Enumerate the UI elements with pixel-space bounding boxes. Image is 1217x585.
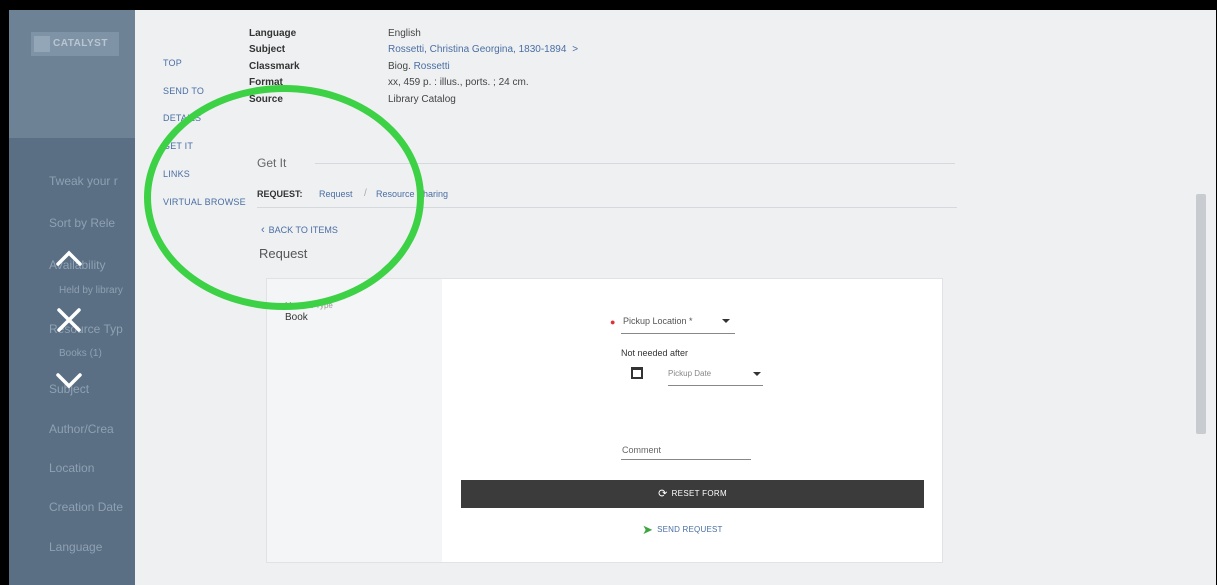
not-needed-after-label: Not needed after [621,348,689,358]
source-label: Source [249,94,283,105]
classmark-prefix: Biog. [388,61,411,72]
filter-location: Location [49,461,95,475]
back-to-items-link[interactable]: ‹ BACK TO ITEMS [261,224,338,236]
logo-text: CATALYST [53,38,108,49]
section-link-top[interactable]: TOP [163,58,182,68]
filter-books: Books (1) [59,348,102,359]
request-title: Request [259,246,308,261]
source-value: Library Catalog [388,94,456,105]
request-separator: / [364,188,367,199]
section-link-links[interactable]: LINKS [163,169,190,179]
chevron-down-icon[interactable] [51,362,87,398]
material-type-label: Material Type [285,301,333,310]
required-star: ● [610,317,616,327]
classmark-value: Biog. Rossetti [388,61,450,72]
scrollbar[interactable] [1196,194,1206,434]
send-arrow-icon: ➤ [642,522,654,537]
close-icon[interactable] [51,302,87,338]
reset-form-label: RESET FORM [671,489,727,498]
logo-icon [34,36,50,52]
comment-placeholder: Comment [622,445,662,455]
language-value: English [388,28,421,39]
chevron-right-icon[interactable]: > [572,44,578,55]
format-label: Format [249,77,283,88]
divider [257,207,957,208]
subject-label: Subject [249,44,286,55]
material-type-value: Book [285,312,308,323]
section-link-details[interactable]: DETAILS [163,113,201,123]
field-underline [621,459,751,460]
request-form: Material Type Book ● Pickup Location * N… [266,278,943,563]
pickup-location-label: Pickup Location * [623,316,693,326]
section-link-virtual-browse[interactable]: VIRTUAL BROWSE [163,197,246,207]
dropdown-arrow-icon [753,372,761,376]
chevron-left-icon: ‹ [261,224,265,236]
filter-author: Author/Crea [49,422,114,436]
section-link-get-it[interactable]: GET IT [163,141,193,151]
send-request-button[interactable]: ➤ SEND REQUEST [642,522,723,538]
format-value: xx, 459 p. : illus., ports. ; 24 cm. [388,77,529,88]
record-view: TOP SEND TO DETAILS GET IT LINKS VIRTUAL… [135,10,1216,585]
request-link[interactable]: Request [319,189,353,199]
material-type-panel: Material Type Book [267,279,442,562]
classmark-label: Classmark [249,61,300,72]
subject-link[interactable]: Rossetti, Christina Georgina, 1830-1894 [388,44,566,55]
refresh-icon: ⟳ [658,488,668,500]
request-label: REQUEST: [257,189,303,199]
filter-tweak: Tweak your r [49,174,118,188]
dropdown-arrow-icon [722,319,730,323]
section-link-send-to[interactable]: SEND TO [163,86,204,96]
field-underline [668,385,763,386]
pickup-date-field: Pickup Date [668,369,712,378]
send-request-label: SEND REQUEST [657,525,723,534]
language-label: Language [249,28,297,39]
chevron-up-icon[interactable] [51,240,87,276]
subject-value: Rossetti, Christina Georgina, 1830-1894 … [388,44,578,55]
reset-form-button[interactable]: ⟳ RESET FORM [461,480,924,508]
back-to-items-label: BACK TO ITEMS [268,225,338,235]
sidebar-header: CATALYST [9,10,135,138]
divider [315,163,955,164]
filter-held-by-library: Held by library [59,285,123,296]
get-it-heading: Get It [257,156,287,170]
catalyst-logo[interactable]: CATALYST [31,32,119,56]
field-underline [621,333,735,334]
search-filters-panel: CATALYST Tweak your r Sort by Rele Avail… [9,10,135,585]
classmark-link[interactable]: Rossetti [414,61,450,72]
screen-frame: CATALYST Tweak your r Sort by Rele Avail… [9,10,1216,585]
resource-sharing-link[interactable]: Resource Sharing [376,189,448,199]
calendar-icon[interactable] [631,367,643,379]
filter-creation-date: Creation Date [49,500,124,514]
filter-sort-by: Sort by Rele [49,216,116,230]
filter-language: Language [49,540,103,554]
